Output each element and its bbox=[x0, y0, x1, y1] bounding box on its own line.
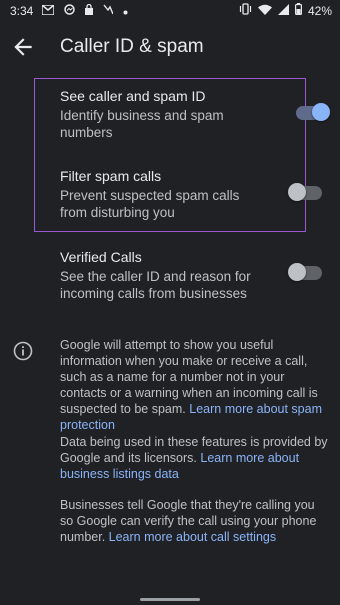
lock-icon bbox=[85, 3, 93, 19]
dot-icon bbox=[123, 5, 128, 19]
messenger-icon bbox=[64, 4, 75, 19]
battery-percent: 42% bbox=[307, 4, 332, 18]
signal-icon bbox=[277, 3, 289, 19]
setting-subtitle: See the caller ID and reason for incomin… bbox=[60, 269, 251, 301]
status-time: 3:34 bbox=[10, 4, 34, 18]
setting-caller-spam-id[interactable]: See caller and spam ID Identify business… bbox=[60, 88, 330, 141]
setting-subtitle: Prevent suspected spam calls from distur… bbox=[60, 188, 240, 220]
setting-title: Filter spam calls bbox=[60, 168, 162, 184]
back-arrow-icon[interactable] bbox=[10, 34, 36, 60]
info-paragraph-verified: Businesses tell Google that they're call… bbox=[60, 497, 330, 545]
home-indicator[interactable] bbox=[140, 598, 200, 601]
battery-icon bbox=[294, 3, 302, 19]
filter-spam-calls-toggle[interactable] bbox=[288, 183, 322, 201]
gmail-icon bbox=[41, 3, 55, 19]
toggle-knob bbox=[288, 263, 306, 281]
setting-title: See caller and spam ID bbox=[60, 88, 206, 104]
wifi-icon bbox=[257, 4, 272, 19]
vibrate-icon bbox=[239, 3, 252, 19]
missed-call-icon bbox=[103, 4, 114, 19]
info-paragraph-spam: Google will attempt to show you useful i… bbox=[60, 337, 330, 433]
system-icons: 42% bbox=[239, 3, 332, 19]
app-bar: Caller ID & spam bbox=[0, 24, 340, 70]
caller-spam-id-toggle[interactable] bbox=[296, 103, 330, 121]
setting-title: Verified Calls bbox=[60, 249, 142, 265]
toggle-knob bbox=[288, 183, 306, 201]
status-bar: 3:34 42% bbox=[0, 0, 340, 22]
toggle-knob bbox=[312, 103, 330, 121]
info-icon bbox=[13, 341, 33, 361]
page-title: Caller ID & spam bbox=[60, 36, 204, 57]
setting-subtitle: Identify business and spam numbers bbox=[60, 108, 224, 140]
info-paragraph-data: Data being used in these features is pro… bbox=[60, 434, 330, 482]
learn-more-call-settings-link[interactable]: Learn more about call settings bbox=[109, 530, 276, 544]
verified-calls-toggle[interactable] bbox=[288, 263, 322, 281]
notification-icons bbox=[41, 3, 128, 19]
